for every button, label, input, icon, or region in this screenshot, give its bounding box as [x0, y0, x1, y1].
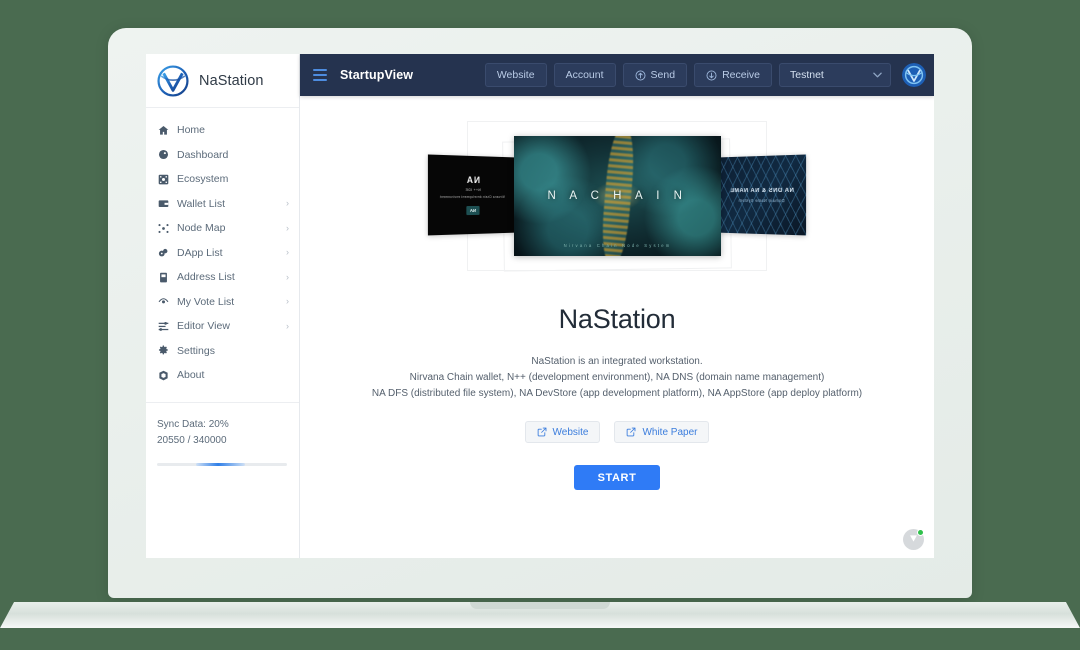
page-title: StartupView: [340, 68, 414, 82]
dashboard-icon: [157, 148, 170, 161]
gear-icon: [157, 344, 170, 357]
chevron-right-icon: ›: [286, 198, 289, 209]
brand-name: NaStation: [199, 72, 264, 89]
user-avatar-icon[interactable]: [902, 63, 926, 87]
sidebar-item-label: Dashboard: [177, 148, 229, 161]
sync-blocks-label: 20550 / 340000: [157, 434, 227, 446]
carousel-center-subtitle: Nirvana Chain Node System: [563, 243, 672, 248]
website-link-button[interactable]: Website: [524, 421, 601, 443]
carousel-slide-center[interactable]: N A C H A I N Nirvana Chain Node System: [514, 136, 721, 256]
sidebar-item-label: Wallet List: [177, 197, 226, 210]
page-headline: NaStation: [558, 304, 676, 334]
description-line: NA DFS (distributed file system), NA Dev…: [371, 388, 863, 399]
content-area: NA N++ IDE Nirvana Chain development env…: [300, 96, 934, 558]
topbar-account-label: Account: [565, 69, 604, 81]
sidebar-item-about[interactable]: About: [146, 363, 299, 388]
sidebar-item-home[interactable]: Home: [146, 118, 299, 143]
topbar-account-button[interactable]: Account: [553, 63, 616, 87]
sidebar-item-dashboard[interactable]: Dashboard: [146, 143, 299, 168]
hero-carousel[interactable]: NA N++ IDE Nirvana Chain development env…: [300, 110, 934, 282]
topbar-website-button[interactable]: Website: [484, 63, 547, 87]
carousel-right-line2: Domain Name System: [738, 197, 785, 203]
website-link-label: Website: [552, 426, 589, 438]
sidebar-item-my-vote-list[interactable]: My Vote List ›: [146, 290, 299, 315]
chevron-right-icon: ›: [286, 296, 289, 307]
sync-progress-bar: [157, 462, 287, 466]
about-icon: [157, 369, 170, 382]
carousel-left-line1: NA: [465, 174, 481, 186]
app-screen: NaStation Home Dashboard Ecosystem Walle…: [146, 54, 934, 558]
dapp-icon: [157, 246, 170, 259]
carousel-center-title: N A C H A I N: [547, 190, 688, 202]
carousel-left-line2: N++ IDE: [465, 187, 481, 193]
laptop-trackpad-notch: [470, 602, 610, 609]
status-online-dot: [917, 529, 924, 536]
chevron-right-icon: ›: [286, 222, 289, 233]
chevron-right-icon: ›: [286, 247, 289, 258]
sidebar-item-wallet-list[interactable]: Wallet List ›: [146, 192, 299, 217]
white-paper-link-label: White Paper: [642, 426, 698, 438]
home-icon: [157, 124, 170, 137]
wallet-icon: [157, 197, 170, 210]
sidebar-item-label: Editor View: [177, 320, 230, 333]
sidebar: NaStation Home Dashboard Ecosystem Walle…: [146, 54, 300, 558]
sidebar-item-label: Ecosystem: [177, 173, 229, 186]
node-map-icon: [157, 222, 170, 235]
topbar-send-button[interactable]: Send: [622, 63, 688, 87]
external-link-icon: [537, 427, 547, 437]
sidebar-item-dapp-list[interactable]: DApp List ›: [146, 241, 299, 266]
arrow-down-circle-icon: [706, 70, 717, 81]
top-navigation-bar: StartupView Website Account Send Receive…: [300, 54, 934, 96]
carousel-left-line3: Nirvana Chain development environment: [439, 194, 505, 200]
sidebar-item-label: Node Map: [177, 222, 226, 235]
sidebar-item-address-list[interactable]: Address List ›: [146, 265, 299, 290]
sidebar-item-label: DApp List: [177, 246, 223, 259]
address-book-icon: [157, 271, 170, 284]
sidebar-item-settings[interactable]: Settings: [146, 339, 299, 364]
hamburger-icon[interactable]: [313, 69, 327, 81]
network-select[interactable]: Testnet: [779, 63, 891, 87]
white-paper-link-button[interactable]: White Paper: [614, 421, 710, 443]
carousel-left-badge: NA: [466, 205, 480, 216]
sidebar-item-label: Settings: [177, 344, 215, 357]
description-line: NaStation is an integrated workstation.: [531, 356, 703, 367]
sync-progress-fill: [196, 462, 246, 466]
network-select-value: Testnet: [790, 69, 824, 81]
external-link-icon: [626, 427, 636, 437]
sync-status-block: Sync Data: 20% 20550 / 340000: [146, 401, 299, 466]
carousel-slide-right[interactable]: NA DNS & NA NAME Domain Name System: [719, 154, 807, 236]
carousel-slide-left[interactable]: NA N++ IDE Nirvana Chain development env…: [427, 154, 515, 236]
nastation-logo-icon: [156, 64, 190, 98]
carousel-right-line1: NA DNS & NA NAME: [729, 187, 794, 194]
sidebar-item-ecosystem[interactable]: Ecosystem: [146, 167, 299, 192]
sidebar-item-node-map[interactable]: Node Map ›: [146, 216, 299, 241]
editor-icon: [157, 320, 170, 333]
brand-header[interactable]: NaStation: [146, 54, 299, 108]
main-panel: StartupView Website Account Send Receive…: [300, 54, 934, 558]
description-line: Nirvana Chain wallet, N++ (development e…: [409, 372, 825, 383]
sidebar-item-label: Home: [177, 124, 206, 137]
vote-icon: [157, 295, 170, 308]
topbar-actions: Website Account Send Receive Testnet: [484, 63, 926, 87]
ecosystem-icon: [157, 173, 170, 186]
sidebar-item-editor-view[interactable]: Editor View ›: [146, 314, 299, 339]
topbar-receive-button[interactable]: Receive: [694, 63, 772, 87]
topbar-send-label: Send: [650, 69, 676, 81]
start-button[interactable]: START: [573, 465, 661, 490]
chevron-right-icon: ›: [286, 271, 289, 282]
sidebar-item-label: My Vote List: [177, 295, 235, 308]
page-description: NaStation is an integrated workstation. …: [372, 354, 862, 402]
chevron-down-icon: [873, 70, 882, 80]
arrow-up-circle-icon: [635, 70, 646, 81]
sidebar-nav: Home Dashboard Ecosystem Wallet List › N…: [146, 108, 299, 388]
sidebar-item-label: Address List: [177, 271, 235, 284]
status-badge[interactable]: [903, 529, 924, 550]
topbar-website-label: Website: [496, 69, 535, 81]
topbar-receive-label: Receive: [722, 69, 760, 81]
external-links-row: Website White Paper: [524, 421, 710, 443]
sidebar-item-label: About: [177, 369, 205, 382]
chevron-right-icon: ›: [286, 320, 289, 331]
sync-percent-label: Sync Data: 20%: [157, 418, 229, 430]
